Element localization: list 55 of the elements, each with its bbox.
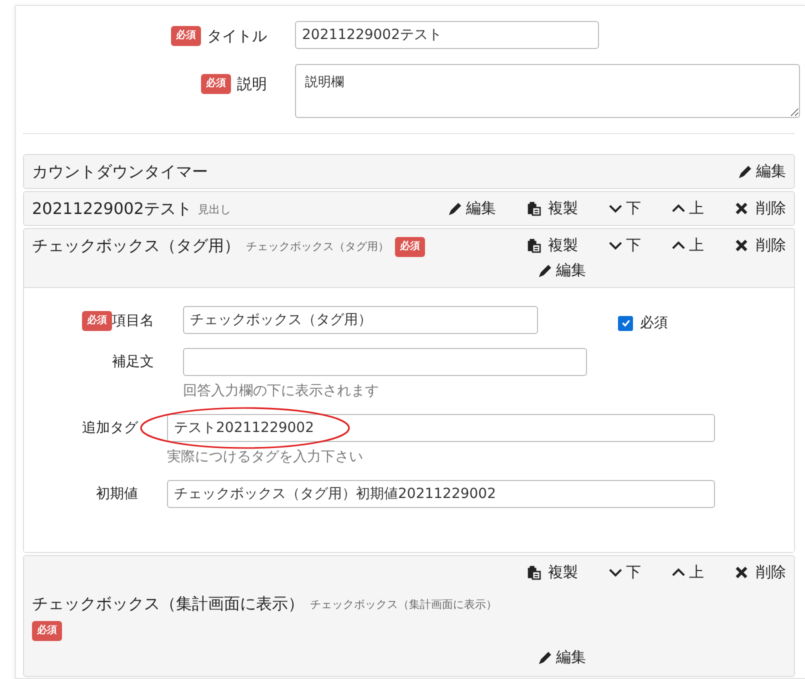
item-type: チェックボックス（集計画面に表示）	[310, 597, 497, 612]
action-link[interactable]: 下	[608, 196, 641, 221]
checkbox-label: 必須	[640, 314, 668, 332]
text-field[interactable]: チェックボックス（タグ用）初期値20211229002	[167, 480, 715, 508]
field-label: 初期値	[96, 485, 138, 503]
action-link[interactable]: 編集	[448, 196, 496, 221]
pencil-icon	[538, 650, 553, 665]
action-link[interactable]: 下	[608, 233, 641, 258]
action-link[interactable]: 編集	[738, 159, 786, 184]
field-label: タイトル	[207, 26, 267, 46]
pencil-icon	[738, 164, 753, 179]
item-title: チェックボックス（タグ用）	[32, 236, 240, 257]
help-text: 実際につけるタグを入力下さい	[167, 448, 364, 466]
text-field[interactable]: テスト20211229002	[167, 414, 715, 442]
pencil-icon	[538, 263, 553, 278]
required-badge: 必須	[82, 311, 112, 331]
item-title: チェックボックス（集計画面に表示）	[32, 594, 304, 615]
field-label: 追加タグ	[82, 419, 138, 437]
action-link[interactable]: 編集	[538, 258, 586, 283]
item-title: カウントダウンタイマー	[32, 162, 208, 183]
action-link[interactable]: 複製	[526, 233, 578, 258]
field-label: 説明	[237, 74, 267, 94]
help-text: 回答入力欄の下に表示されます	[183, 382, 380, 400]
action-link[interactable]: 下	[608, 560, 641, 585]
title-field[interactable]: 20211229002テスト	[295, 21, 599, 49]
field-label: 補足文	[112, 353, 154, 371]
cross-icon	[734, 565, 749, 580]
required-badge: 必須	[171, 26, 201, 46]
action-link[interactable]: 上	[671, 196, 704, 221]
item-type: チェックボックス（タグ用）	[246, 239, 389, 254]
description-field[interactable]: 説明欄	[295, 64, 800, 118]
action-link[interactable]: 削除	[734, 196, 786, 221]
item-title: 20211229002テスト	[32, 199, 192, 220]
action-link[interactable]: 複製	[526, 560, 578, 585]
cross-icon	[734, 201, 749, 216]
required-badge: 必須	[201, 74, 231, 94]
pencil-icon	[448, 201, 463, 216]
action-link[interactable]: 上	[671, 560, 704, 585]
text-field[interactable]	[183, 348, 587, 376]
action-link[interactable]: 削除	[734, 233, 786, 258]
text-field[interactable]: チェックボックス（タグ用）	[183, 306, 538, 334]
action-link[interactable]: 上	[671, 233, 704, 258]
action-link[interactable]: 削除	[734, 560, 786, 585]
clipboard-icon	[526, 238, 541, 253]
required-badge: 必須	[32, 621, 62, 641]
action-link[interactable]: 編集	[538, 645, 586, 670]
action-link[interactable]: 複製	[526, 196, 578, 221]
clipboard-icon	[526, 565, 541, 580]
checkmark-icon	[620, 318, 630, 328]
required-badge: 必須	[395, 236, 425, 256]
item-type: 見出し	[198, 202, 231, 217]
clipboard-icon	[526, 201, 541, 216]
field-label: 項目名	[112, 312, 154, 330]
checkbox[interactable]	[618, 316, 633, 330]
cross-icon	[734, 238, 749, 253]
